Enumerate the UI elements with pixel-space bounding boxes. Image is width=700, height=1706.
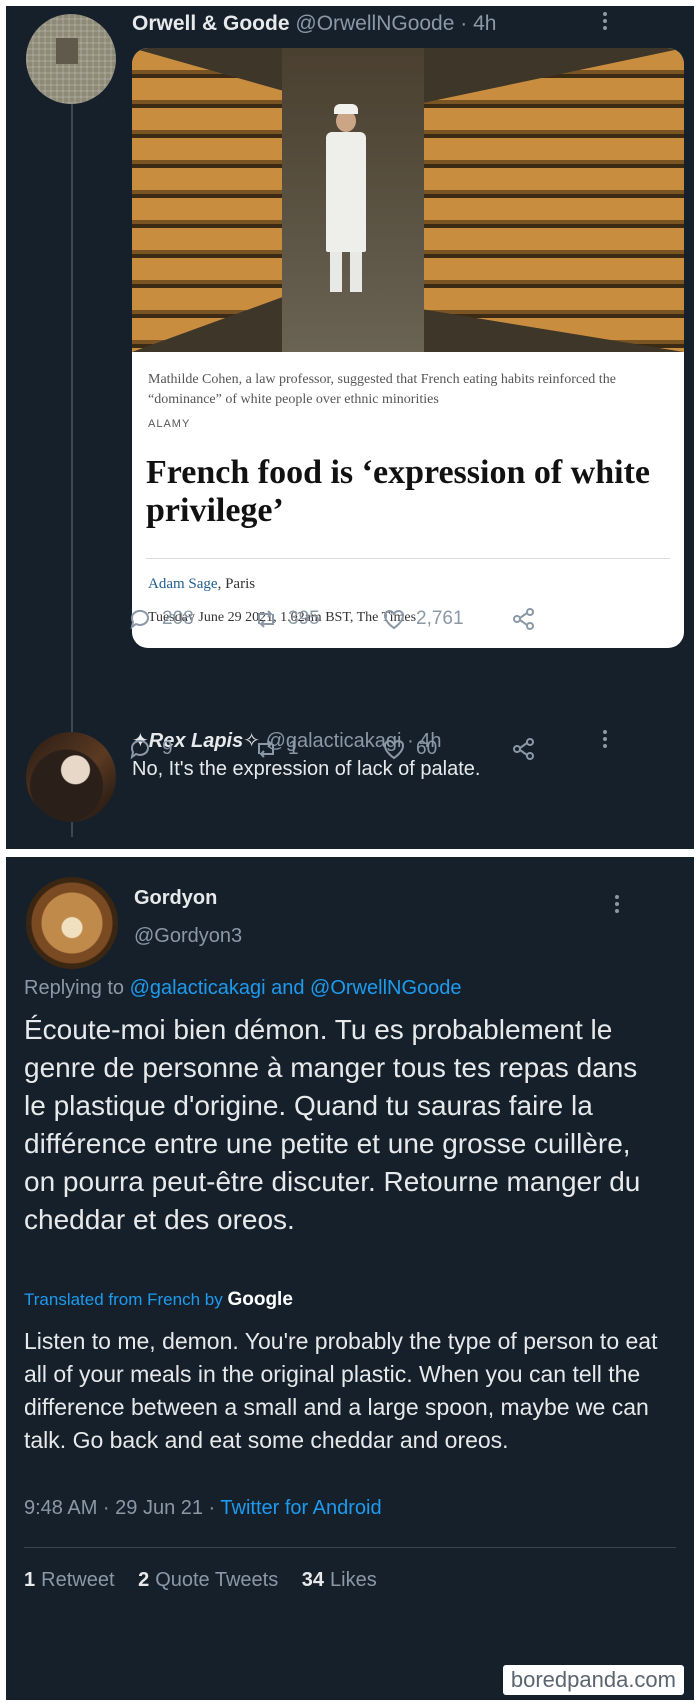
google-logo: Google bbox=[227, 1289, 293, 1310]
avatar-orwellngoode[interactable] bbox=[26, 14, 116, 104]
share-button[interactable] bbox=[512, 608, 536, 630]
tweet-actions: 208 395 2,761 bbox=[128, 608, 536, 630]
more-icon[interactable] bbox=[602, 12, 608, 30]
quotes-count: 2 bbox=[138, 1569, 150, 1591]
tweet-header: Orwell & Goode @OrwellNGoode · 4h bbox=[132, 12, 496, 36]
article-author: Adam Sage bbox=[148, 576, 218, 592]
like-icon bbox=[382, 608, 406, 630]
retweet-count: 395 bbox=[288, 608, 320, 629]
avatar-gordyon[interactable] bbox=[26, 877, 118, 969]
replying-prefix: Replying to bbox=[24, 977, 130, 999]
translation-label[interactable]: Translated from French by Google bbox=[24, 1289, 293, 1311]
share-icon bbox=[512, 738, 536, 760]
watermark: boredpanda.com bbox=[502, 1665, 684, 1695]
retweet-button[interactable]: 395 bbox=[254, 608, 382, 630]
tweet-text-french: Écoute-moi bien démon. Tu es probablemen… bbox=[24, 1014, 641, 1235]
like-button[interactable]: 2,761 bbox=[382, 608, 512, 630]
retweets-stat[interactable]: 1 Retweet bbox=[24, 1569, 115, 1591]
tweet-text-translated: Listen to me, demon. You're probably the… bbox=[24, 1328, 658, 1453]
photo-caption: Mathilde Cohen, a law professor, suggest… bbox=[148, 372, 616, 407]
avatar-galacticakagi[interactable] bbox=[26, 732, 116, 822]
likes-count: 34 bbox=[301, 1569, 325, 1591]
divider bbox=[24, 1547, 676, 1548]
likes-stat[interactable]: 34 Likes bbox=[302, 1569, 377, 1591]
reply-actions: 9 1 60 bbox=[128, 738, 536, 760]
thread-line bbox=[71, 102, 73, 837]
share-icon bbox=[512, 608, 536, 630]
article-location: , Paris bbox=[217, 576, 256, 592]
likes-label: Likes bbox=[330, 1569, 377, 1591]
author-name[interactable]: Orwell & Goode bbox=[132, 12, 290, 35]
more-icon[interactable] bbox=[602, 730, 608, 748]
reply-icon bbox=[128, 738, 152, 760]
reply-count: 208 bbox=[162, 608, 194, 629]
author-name[interactable]: Gordyon bbox=[134, 887, 217, 910]
quotes-stat[interactable]: 2 Quote Tweets bbox=[138, 1569, 278, 1591]
reply-button[interactable]: 208 bbox=[128, 608, 254, 630]
article-byline: Adam Sage, Paris bbox=[148, 576, 255, 593]
reply-count: 9 bbox=[162, 738, 173, 759]
like-button[interactable]: 60 bbox=[382, 738, 512, 760]
card-divider bbox=[146, 558, 670, 559]
reply-button[interactable]: 9 bbox=[128, 738, 254, 760]
reply-text: No, It's the expression of lack of palat… bbox=[132, 758, 481, 780]
tweet-meta: 9:48 AM · 29 Jun 21 · Twitter for Androi… bbox=[24, 1497, 382, 1520]
retweet-icon bbox=[254, 738, 278, 760]
retweet-count: 1 bbox=[288, 738, 299, 759]
article-photo bbox=[132, 48, 684, 352]
tweet-source[interactable]: Twitter for Android bbox=[220, 1497, 381, 1519]
like-count: 2,761 bbox=[416, 608, 464, 629]
retweet-button[interactable]: 1 bbox=[254, 738, 382, 760]
tweet-detail-panel: Gordyon @Gordyon3 Replying to @galactica… bbox=[6, 857, 694, 1700]
retweets-count: 1 bbox=[24, 1569, 36, 1591]
quotes-label: Quote Tweets bbox=[155, 1569, 279, 1591]
retweet-icon bbox=[254, 608, 278, 630]
tweet-time: · 4h bbox=[460, 12, 497, 35]
author-handle[interactable]: @OrwellNGoode bbox=[295, 12, 454, 35]
article-card[interactable]: Mathilde Cohen, a law professor, suggest… bbox=[132, 48, 684, 648]
thread-panel: Orwell & Goode @OrwellNGoode · 4h Mathil… bbox=[6, 6, 694, 849]
more-icon[interactable] bbox=[614, 895, 620, 913]
share-button[interactable] bbox=[512, 738, 536, 760]
tweet-timestamp: 9:48 AM · 29 Jun 21 · bbox=[24, 1497, 221, 1519]
replying-to-links[interactable]: @galacticakagi and @OrwellNGoode bbox=[130, 977, 462, 999]
like-icon bbox=[382, 738, 406, 760]
translated-from-label: Translated from French by bbox=[24, 1290, 228, 1309]
replying-to: Replying to @galacticakagi and @OrwellNG… bbox=[24, 977, 462, 1000]
tweet-stats: 1 Retweet 2 Quote Tweets 34 Likes bbox=[24, 1569, 377, 1592]
author-handle[interactable]: @Gordyon3 bbox=[134, 925, 242, 948]
like-count: 60 bbox=[416, 738, 438, 759]
photo-credit: ALAMY bbox=[148, 418, 191, 430]
article-headline: French food is ‘expression of white priv… bbox=[146, 454, 651, 529]
reply-icon bbox=[128, 608, 152, 630]
retweets-label: Retweet bbox=[41, 1569, 115, 1591]
